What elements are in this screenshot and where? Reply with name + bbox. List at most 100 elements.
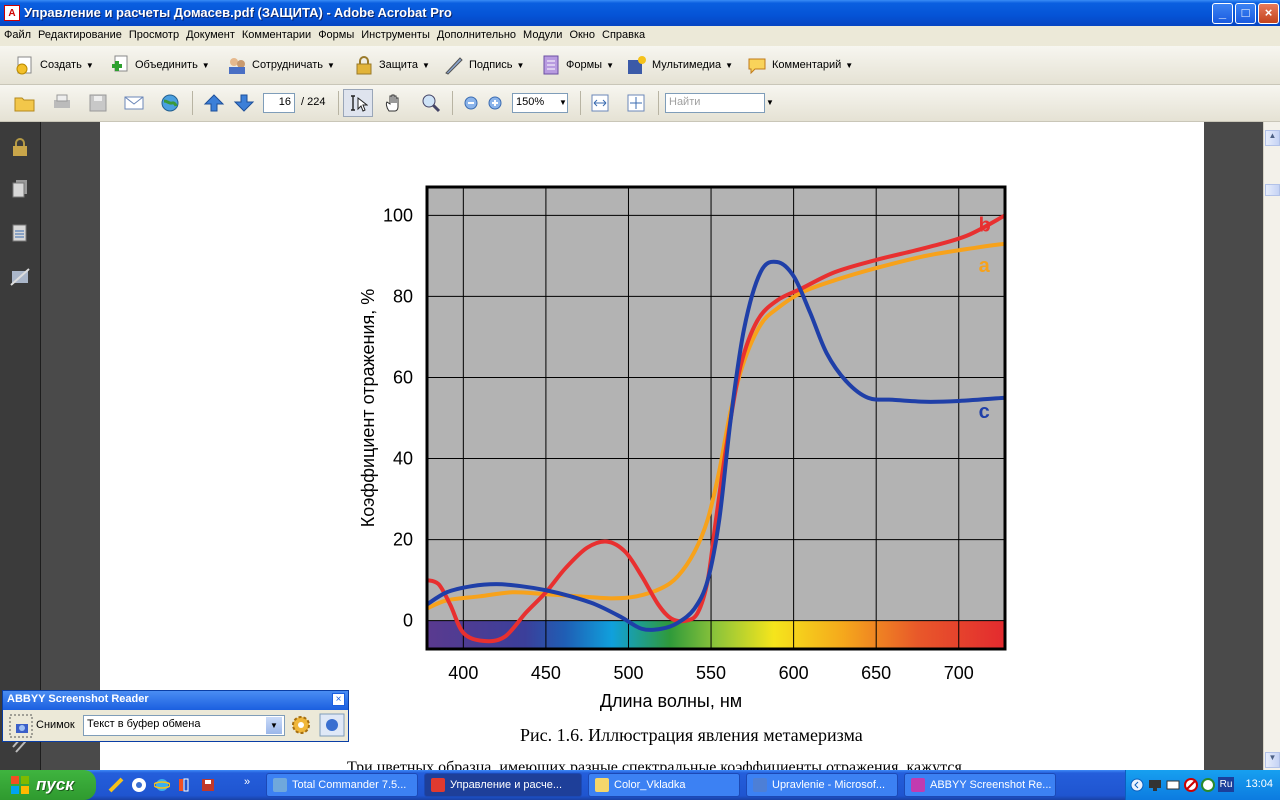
x-axis-label: Длина волны, нм	[600, 691, 742, 711]
navigation-toolbar: 16 / 224 150% ▼ Найти ▼	[0, 85, 1280, 122]
menu-file[interactable]: Файл	[0, 26, 34, 41]
total-commander-icon	[273, 778, 287, 792]
settings-gear-icon[interactable]	[290, 714, 312, 736]
collaborate-button[interactable]: Сотрудничать ▼	[226, 55, 335, 75]
task-acrobat[interactable]: Управление и расче...	[424, 773, 582, 797]
tray-network-icon[interactable]	[1148, 778, 1162, 792]
close-button[interactable]: ×	[1258, 3, 1279, 24]
abbyy-help-icon[interactable]	[319, 713, 345, 737]
menu-forms[interactable]: Формы	[314, 26, 357, 41]
web-globe-icon[interactable]	[159, 93, 181, 113]
print-icon[interactable]	[51, 93, 73, 113]
vertical-scrollbar[interactable]: ▲ ▼	[1263, 122, 1280, 770]
task-folder[interactable]: Color_Vkladka	[588, 773, 740, 797]
system-tray: Ru 13:04	[1125, 770, 1280, 800]
word-icon	[753, 778, 767, 792]
title-bar: A Управление и расчеты Домасев.pdf (ЗАЩИ…	[0, 0, 1280, 26]
menu-help[interactable]: Справка	[598, 26, 648, 41]
acrobat-icon	[431, 778, 445, 792]
y-tick-label: 80	[393, 286, 413, 306]
task-abbyy[interactable]: ABBYY Screenshot Re...	[904, 773, 1056, 797]
quicklaunch-books-icon[interactable]	[177, 777, 193, 793]
tray-expand-icon[interactable]	[1130, 778, 1144, 792]
page-total: / 224	[301, 96, 326, 108]
menu-advanced[interactable]: Дополнительно	[433, 26, 519, 41]
open-folder-icon[interactable]	[14, 93, 36, 113]
menu-comments[interactable]: Комментарии	[238, 26, 314, 41]
create-button[interactable]: Создать ▼	[14, 55, 94, 75]
combine-icon	[112, 55, 128, 72]
next-page-icon[interactable]	[233, 93, 255, 113]
sign-button[interactable]: Подпись ▼	[443, 55, 524, 75]
multimedia-icon	[628, 56, 646, 74]
x-tick-label: 450	[531, 663, 561, 683]
x-tick-label: 700	[944, 663, 974, 683]
fit-width-icon[interactable]	[589, 93, 611, 113]
task-toolbar: Создать ▼ Объединить ▼ Сотрудничать ▼ Защит…	[0, 46, 1280, 85]
snapshot-label: Снимок	[36, 719, 75, 731]
acrobat-app-icon[interactable]: A	[4, 5, 20, 21]
save-icon[interactable]	[87, 93, 109, 113]
scroll-thumb[interactable]	[1265, 184, 1280, 196]
window-title: Управление и расчеты Домасев.pdf (ЗАЩИТА…	[24, 5, 452, 20]
security-lock-icon[interactable]	[9, 136, 31, 158]
zoom-tool-icon[interactable]	[420, 93, 442, 113]
zoom-out-icon[interactable]	[460, 93, 482, 113]
task-total-commander[interactable]: Total Commander 7.5...	[266, 773, 418, 797]
attachments-page-icon[interactable]	[9, 222, 31, 244]
chevron-down-icon[interactable]: ▼	[766, 98, 774, 107]
signatures-icon[interactable]	[9, 266, 31, 288]
maximize-button[interactable]: □	[1235, 3, 1256, 24]
menu-plugins[interactable]: Модули	[519, 26, 565, 41]
series-label-a: a	[979, 255, 991, 277]
abbyy-title: ABBYY Screenshot Reader	[3, 691, 348, 710]
internet-explorer-icon[interactable]	[154, 777, 170, 793]
camera-icon[interactable]	[9, 714, 33, 738]
lock-icon	[356, 56, 372, 75]
pages-icon[interactable]	[9, 178, 31, 200]
chevron-down-icon[interactable]: ▼	[559, 98, 567, 107]
tray-blocked-icon[interactable]	[1184, 778, 1198, 792]
comment-button[interactable]: Комментарий ▼	[746, 55, 853, 75]
menu-view[interactable]: Просмотр	[125, 26, 182, 41]
windows-logo-icon	[11, 776, 29, 794]
clock: 13:04	[1245, 778, 1273, 790]
forms-button[interactable]: Формы ▼	[540, 55, 614, 75]
select-tool-button[interactable]	[343, 89, 373, 117]
menu-document[interactable]: Документ	[182, 26, 238, 41]
create-icon	[16, 56, 32, 75]
toolbar-separator	[338, 91, 339, 115]
abbyy-mode-select[interactable]: Текст в буфер обмена	[83, 715, 285, 736]
tray-status-icon[interactable]	[1201, 778, 1215, 792]
tray-keyboard-icon[interactable]	[1166, 778, 1180, 792]
scroll-down-button[interactable]: ▼	[1265, 752, 1280, 768]
abbyy-close-button[interactable]: ×	[332, 693, 345, 706]
previous-page-icon[interactable]	[203, 93, 225, 113]
quicklaunch-app-icon[interactable]	[108, 777, 124, 793]
multimedia-button[interactable]: Мультимедиа ▼	[626, 55, 733, 75]
scroll-up-button[interactable]: ▲	[1265, 130, 1280, 146]
menu-edit[interactable]: Редактирование	[34, 26, 125, 41]
start-button[interactable]: пуск	[0, 770, 96, 800]
find-input[interactable]: Найти	[665, 93, 765, 113]
chevron-down-icon: ▼	[85, 60, 94, 70]
quicklaunch-media-icon[interactable]	[131, 777, 147, 793]
quicklaunch-save-icon[interactable]	[200, 777, 216, 793]
page-number-input[interactable]: 16	[263, 93, 295, 113]
abbyy-screenshot-reader-panel: ABBYY Screenshot Reader × Снимок Текст в…	[2, 690, 349, 742]
quicklaunch-more-chevron-icon[interactable]: »	[244, 776, 250, 788]
menu-window[interactable]: Окно	[565, 26, 598, 41]
task-word[interactable]: Upravlenie - Microsof...	[746, 773, 898, 797]
chevron-down-icon: ▼	[422, 60, 430, 70]
folder-icon	[595, 778, 609, 792]
protect-button[interactable]: Защита ▼	[353, 55, 430, 75]
language-indicator[interactable]: Ru	[1218, 777, 1234, 792]
chevron-down-icon[interactable]: ▼	[266, 717, 282, 734]
email-icon[interactable]	[123, 93, 145, 113]
hand-tool-icon[interactable]	[383, 93, 405, 113]
combine-button[interactable]: Объединить ▼	[109, 55, 210, 75]
minimize-button[interactable]: _	[1212, 3, 1233, 24]
fit-page-icon[interactable]	[625, 93, 647, 113]
menu-tools[interactable]: Инструменты	[357, 26, 433, 41]
zoom-in-icon[interactable]	[484, 93, 506, 113]
